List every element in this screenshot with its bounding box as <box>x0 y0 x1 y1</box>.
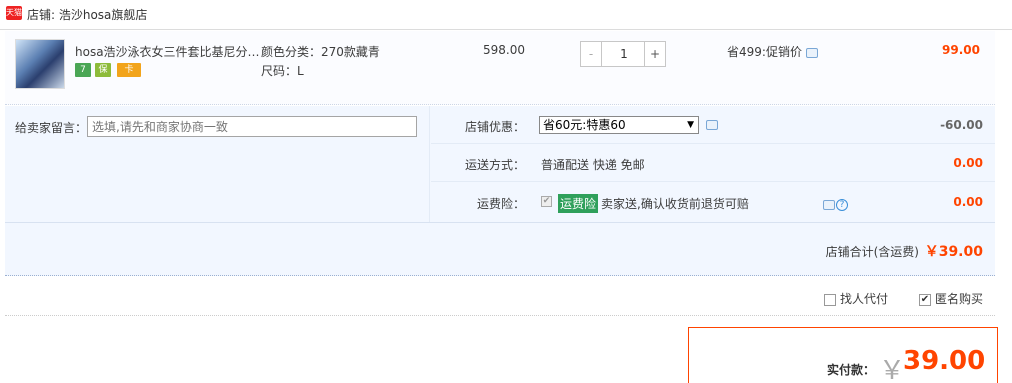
message-label: 给卖家留言： <box>15 121 88 135</box>
shop-name[interactable]: 店铺: 浩沙hosa旗舰店 <box>27 6 147 23</box>
insurance-text: 卖家送,确认收货前退货可赔 <box>601 197 749 211</box>
help-icon[interactable]: ? <box>836 198 848 211</box>
quantity-decrease-button[interactable]: - <box>581 42 602 66</box>
sku-size: 尺码：L <box>261 64 304 78</box>
divider <box>5 315 995 316</box>
insurance-label: 运费险： <box>476 197 525 211</box>
shop-discount-select[interactable]: 省60元:特惠60 ▼ <box>539 116 699 134</box>
quantity-stepper: - 1 + <box>580 41 666 67</box>
shop-discount-amount: -60.00 <box>940 118 983 132</box>
message-section: 给卖家留言： <box>5 106 430 222</box>
insurance-tag: 运费险 <box>558 194 599 213</box>
shipping-row: 运送方式： 普通配送 快递 免邮 0.00 <box>431 144 995 182</box>
order-options: 给卖家留言： 店铺优惠： 省60元:特惠60 ▼ -60.00 运送方式： 普通… <box>5 106 995 222</box>
shipping-amount: 0.00 <box>953 156 983 170</box>
pay-by-other-option[interactable]: 找人代付 <box>824 290 888 307</box>
quantity-increase-button[interactable]: + <box>644 42 665 66</box>
payment-label: 实付款： <box>827 363 876 377</box>
sku-color: 颜色分类：270款藏青 <box>261 45 380 59</box>
anonymous-purchase-option[interactable]: ✔ 匿名购买 <box>919 290 983 307</box>
shipping-label: 运送方式： <box>464 158 525 172</box>
dropdown-arrow-icon: ▼ <box>687 120 694 130</box>
insurance-icons: ? <box>823 197 848 211</box>
unit-price: 598.00 <box>483 43 525 57</box>
shipping-method: 普通配送 快递 免邮 <box>541 158 645 172</box>
pay-by-other-checkbox[interactable] <box>824 293 836 306</box>
insurance-checkbox[interactable]: ✔ <box>541 196 552 207</box>
credit-card-icon: 卡 <box>117 63 141 77</box>
shop-total-label: 店铺合计(含运费) <box>825 245 919 259</box>
product-title[interactable]: hosa浩沙泳衣女三件套比基尼分… <box>75 43 260 60</box>
insurance-row: 运费险： ✔ 运费险 卖家送,确认收货前退货可赔 ? 0.00 <box>431 183 995 221</box>
seller-message-input[interactable] <box>87 116 417 137</box>
chat-icon[interactable] <box>706 120 718 130</box>
pay-by-other-label: 找人代付 <box>840 292 889 306</box>
shop-discount-label: 店铺优惠： <box>464 120 525 134</box>
item-total: 99.00 <box>942 43 980 57</box>
product-thumbnail[interactable] <box>15 39 65 89</box>
quantity-input[interactable]: 1 <box>603 42 645 66</box>
order-item-row: hosa浩沙泳衣女三件套比基尼分… 7 保 卡 颜色分类：270款藏青 尺码：L… <box>5 31 995 105</box>
guarantee-icon: 保 <box>95 63 111 77</box>
shop-total-row: 店铺合计(含运费) ￥39.00 <box>5 222 995 276</box>
anonymous-purchase-label: 匿名购买 <box>935 292 984 306</box>
payment-summary: 实付款： ￥ 39.00 <box>688 327 998 383</box>
discount-info: 省499:促销价 <box>727 43 818 60</box>
tmall-badge-icon: 天猫 <box>6 6 22 20</box>
shop-discount-selected: 省60元:特惠60 <box>543 118 626 132</box>
yen-symbol: ￥ <box>879 356 906 383</box>
insurance-amount: 0.00 <box>953 195 983 209</box>
shop-header: 天猫 店铺: 浩沙hosa旗舰店 <box>0 0 1012 30</box>
payment-amount: 39.00 <box>903 346 986 376</box>
seven-day-return-icon: 7 <box>75 63 91 77</box>
chat-icon[interactable] <box>805 47 818 58</box>
anonymous-purchase-checkbox[interactable]: ✔ <box>919 293 931 306</box>
shop-total-amount: ￥39.00 <box>924 244 983 260</box>
chat-icon[interactable] <box>823 199 835 210</box>
shop-discount-row: 店铺优惠： 省60元:特惠60 ▼ -60.00 <box>431 106 995 144</box>
discount-text: 省499:促销价 <box>727 45 802 59</box>
